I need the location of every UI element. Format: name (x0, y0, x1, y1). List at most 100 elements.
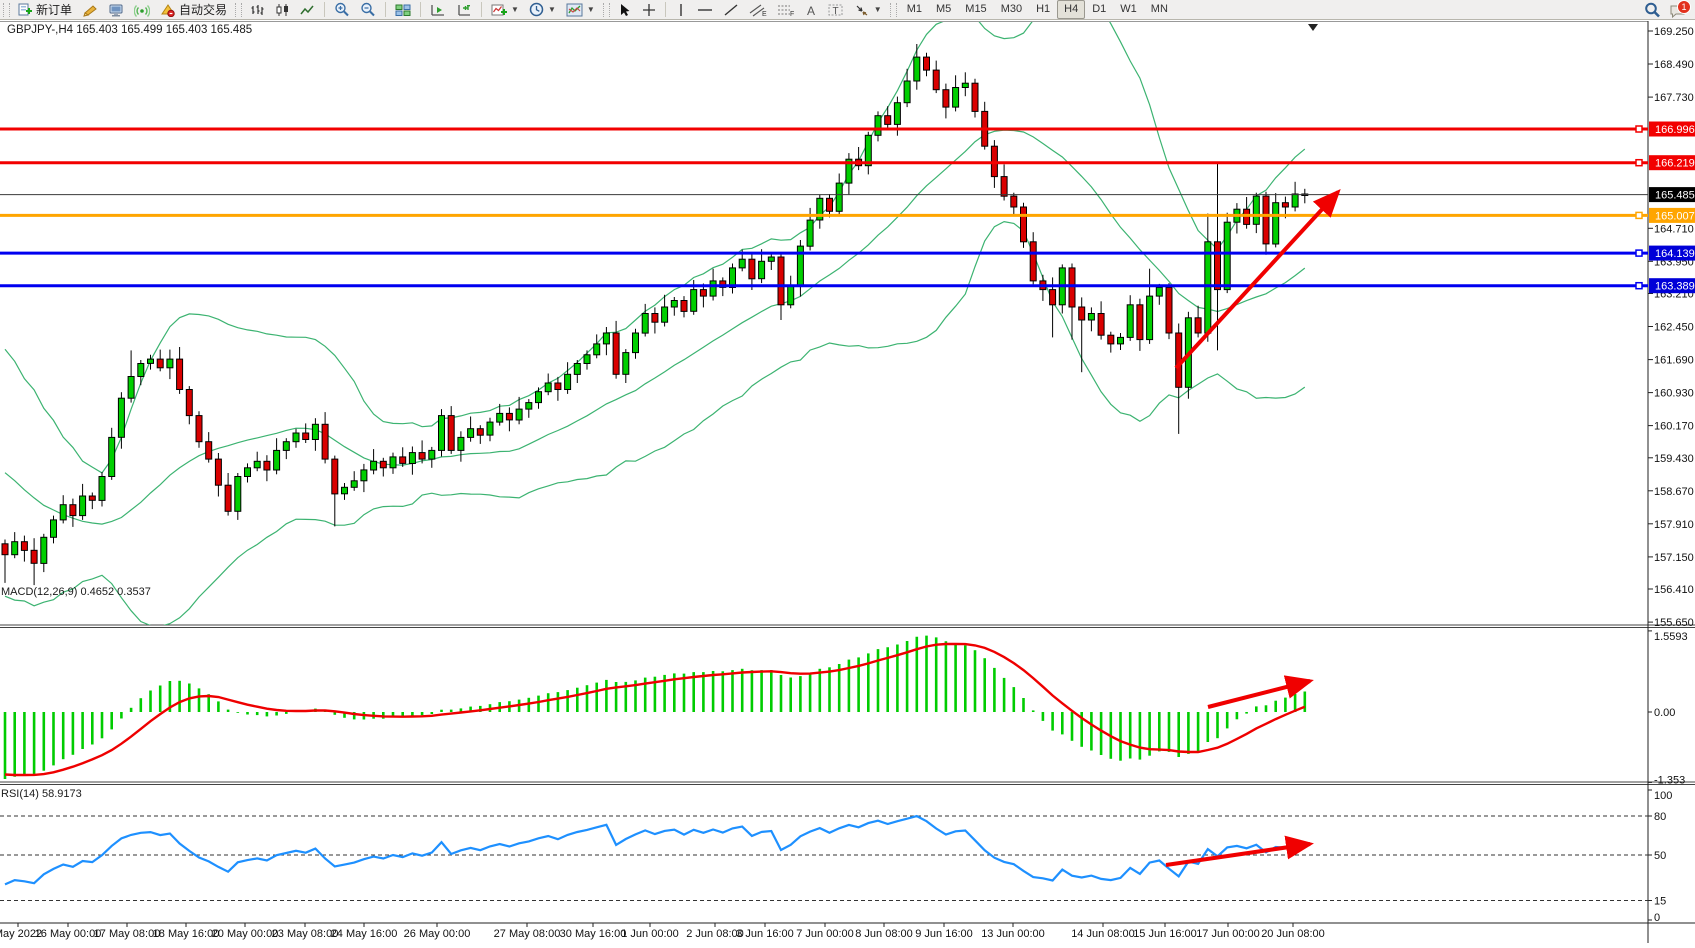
toolbar-grip (235, 3, 242, 17)
timeframe-button-M30[interactable]: M30 (994, 0, 1029, 19)
toolbar-separator (481, 2, 482, 17)
svg-text:13 Jun 00:00: 13 Jun 00:00 (981, 928, 1045, 940)
chart-end-button[interactable] (451, 0, 477, 20)
svg-text:165.007: 165.007 (1655, 210, 1695, 222)
toolbar-separator (420, 2, 421, 17)
text-label-button[interactable]: T (823, 0, 849, 20)
zoom-in-icon (334, 2, 350, 17)
svg-text:1 Jun 00:00: 1 Jun 00:00 (621, 928, 679, 940)
cursor-button[interactable] (613, 0, 637, 20)
message-count-badge: 1 (1677, 0, 1691, 14)
svg-text:50: 50 (1654, 850, 1666, 862)
text-label-icon: T (828, 3, 844, 17)
timeframe-button-M1[interactable]: M1 (900, 0, 929, 19)
timeframe-button-M15[interactable]: M15 (958, 0, 993, 19)
svg-text:169.250: 169.250 (1654, 26, 1694, 38)
chart-area[interactable]: 169.250168.490167.730164.710163.950163.2… (0, 20, 1695, 943)
signal-button[interactable] (129, 0, 155, 20)
periods-button[interactable]: ▼ (524, 0, 561, 20)
cursor-arrow-icon (618, 3, 632, 17)
autotrading-icon (160, 3, 176, 17)
trendline-button[interactable] (718, 0, 744, 20)
clock-icon (529, 2, 544, 17)
fibonacci-button[interactable]: F (772, 0, 800, 20)
toolbar-separator (385, 2, 386, 17)
svg-text:167.730: 167.730 (1654, 92, 1694, 104)
styler-button[interactable] (77, 0, 103, 20)
svg-text:158.670: 158.670 (1654, 486, 1694, 498)
timeframe-button-H1[interactable]: H1 (1029, 0, 1057, 19)
chart-forward-button[interactable] (425, 0, 451, 20)
signal-icon (134, 3, 150, 17)
timeframe-button-D1[interactable]: D1 (1085, 0, 1113, 19)
tile-windows-icon (395, 3, 411, 17)
svg-text:164.139: 164.139 (1655, 248, 1695, 260)
timeframe-button-H4[interactable]: H4 (1057, 0, 1085, 19)
svg-text:166.219: 166.219 (1655, 158, 1695, 170)
crosshair-icon (642, 3, 656, 17)
svg-text:161.690: 161.690 (1654, 355, 1694, 367)
toolbar-separator (324, 2, 325, 17)
channel-icon: E (749, 3, 767, 17)
svg-text:1.5593: 1.5593 (1654, 631, 1688, 643)
svg-text:17 Jun 00:00: 17 Jun 00:00 (1196, 928, 1260, 940)
indicators-button[interactable]: ▼ (486, 0, 524, 20)
svg-text:18 May 16:00: 18 May 16:00 (153, 928, 220, 940)
arrows-button[interactable]: ▼ (849, 0, 887, 20)
line-chart-icon (300, 3, 315, 17)
indicators-dropdown-caret: ▼ (511, 5, 519, 14)
svg-text:23 May 08:00: 23 May 08:00 (272, 928, 339, 940)
svg-text:14 Jun 08:00: 14 Jun 08:00 (1071, 928, 1135, 940)
svg-text:27 May 08:00: 27 May 08:00 (494, 928, 561, 940)
line-chart-button[interactable] (295, 0, 320, 20)
svg-text:7 Jun 00:00: 7 Jun 00:00 (796, 928, 854, 940)
toolbar-grip (890, 3, 897, 17)
bar-chart-button[interactable] (245, 0, 270, 20)
crosshair-button[interactable] (637, 0, 661, 20)
vertical-line-button[interactable] (670, 0, 692, 20)
svg-text:165.485: 165.485 (1655, 190, 1695, 202)
crayon-icon (82, 3, 98, 17)
svg-text:30 May 16:00: 30 May 16:00 (560, 928, 627, 940)
svg-text:160.930: 160.930 (1654, 388, 1694, 400)
tile-windows-button[interactable] (390, 0, 416, 20)
zoom-out-button[interactable] (355, 0, 381, 20)
vertical-line-icon (675, 3, 687, 17)
bar-chart-icon (250, 3, 265, 17)
autotrading-button[interactable]: 自动交易 (155, 0, 232, 20)
timeframe-button-W1[interactable]: W1 (1113, 0, 1144, 19)
svg-text:160.170: 160.170 (1654, 421, 1694, 433)
zoom-in-button[interactable] (329, 0, 355, 20)
svg-text:9 Jun 16:00: 9 Jun 16:00 (915, 928, 973, 940)
svg-text:15: 15 (1654, 896, 1666, 908)
svg-text:164.710: 164.710 (1654, 223, 1694, 235)
svg-text:168.490: 168.490 (1654, 59, 1694, 71)
timeframe-group: M1M5M15M30H1H4D1W1MN (900, 0, 1175, 19)
equidistant-channel-button[interactable]: E (744, 0, 772, 20)
svg-text:3 Jun 16:00: 3 Jun 16:00 (736, 928, 794, 940)
templates-button[interactable]: ▼ (561, 0, 600, 20)
timeframe-button-M5[interactable]: M5 (929, 0, 958, 19)
candlestick-icon (275, 3, 290, 17)
svg-text:20 May 00:00: 20 May 00:00 (212, 928, 279, 940)
search-icon[interactable] (1644, 2, 1661, 18)
rsi-indicator-label: RSI(14) 58.9173 (1, 788, 82, 800)
text-a-icon: A (805, 3, 818, 17)
messages-button[interactable]: 1 (1669, 1, 1691, 18)
text-button[interactable]: A (800, 0, 823, 20)
toolbar-grip (603, 3, 610, 17)
candlestick-chart-button[interactable] (270, 0, 295, 20)
svg-text:15 Jun 16:00: 15 Jun 16:00 (1133, 928, 1197, 940)
timeframe-button-MN[interactable]: MN (1144, 0, 1175, 19)
horizontal-line-button[interactable] (692, 0, 718, 20)
macd-indicator-label: MACD(12,26,9) 0.4652 0.3537 (1, 586, 151, 598)
svg-text:155.650: 155.650 (1654, 617, 1694, 629)
arrows-dropdown-caret: ▼ (874, 5, 882, 14)
new-order-icon (18, 2, 33, 17)
svg-text:A: A (807, 4, 815, 17)
new-order-button[interactable]: 新订单 (13, 0, 77, 20)
autotrading-label: 自动交易 (179, 1, 227, 18)
trendline-icon (723, 3, 739, 17)
terminal-button[interactable] (103, 0, 129, 20)
main-toolbar: 新订单 自动交易 (0, 0, 1695, 20)
